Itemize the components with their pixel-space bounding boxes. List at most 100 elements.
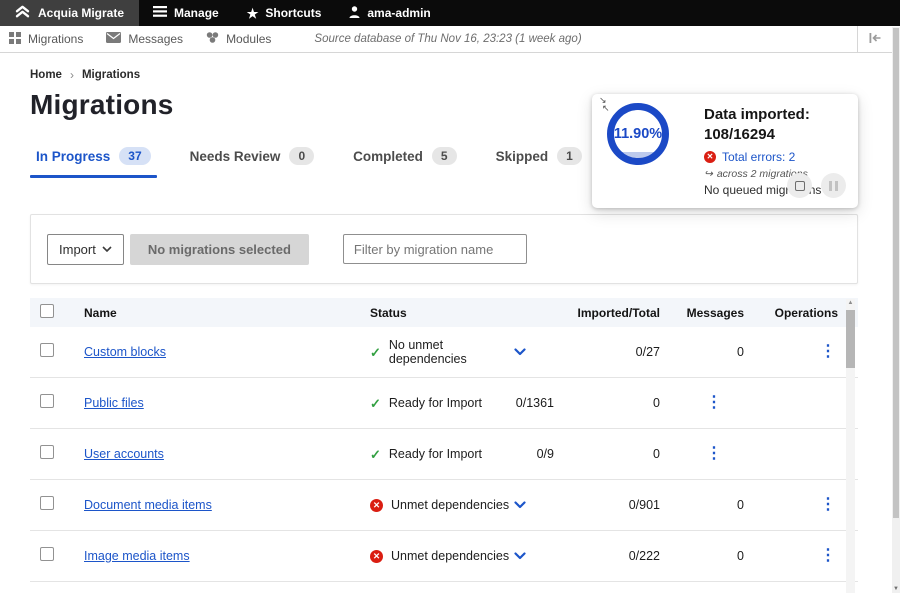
hamburger-icon: [153, 6, 167, 20]
expand-chevron-icon[interactable]: [514, 552, 554, 560]
total-errors-link[interactable]: ✕ Total errors: 2: [704, 150, 852, 164]
messages-count: 0: [660, 549, 744, 563]
table-scrollbar: ▲: [846, 299, 855, 593]
nav-messages[interactable]: Messages: [106, 32, 196, 46]
import-label: Import: [59, 242, 96, 257]
error-icon: ✕: [370, 499, 383, 512]
stop-icon: [795, 181, 805, 191]
scrollbar-up-arrow-icon[interactable]: ▲: [846, 300, 855, 306]
modules-icon: [206, 31, 219, 47]
data-imported-title: Data imported:: [704, 105, 852, 125]
actions-panel: Import No migrations selected: [30, 214, 858, 284]
expand-chevron-icon[interactable]: [514, 348, 554, 356]
row-checkbox[interactable]: [40, 496, 54, 510]
import-progress-card: ↘ ↖ 11.90% Data imported: 108/16294 ✕ To…: [592, 94, 858, 208]
table-header-row: Name Status Imported/Total Messages Oper…: [30, 298, 858, 327]
import-dropdown-button[interactable]: Import: [47, 234, 124, 265]
migration-name-link[interactable]: Document media items: [84, 498, 212, 512]
operations-kebab-icon[interactable]: ⋮: [820, 343, 836, 360]
breadcrumb-separator-icon: ›: [70, 68, 74, 82]
messages-count: 0: [660, 498, 744, 512]
error-icon: ✕: [704, 151, 716, 163]
migration-name-link[interactable]: User accounts: [84, 447, 164, 461]
user-menu[interactable]: ama-admin: [335, 0, 444, 26]
tab-count-badge: 0: [289, 147, 314, 165]
nav-migrations[interactable]: Migrations: [9, 32, 96, 47]
pause-button[interactable]: [821, 173, 846, 198]
tab[interactable]: Needs Review 0: [184, 138, 320, 178]
tab[interactable]: Skipped 1: [490, 138, 588, 178]
status-label: Unmet dependencies: [391, 498, 509, 512]
operations-kebab-icon[interactable]: ⋮: [706, 394, 722, 411]
migration-name-link[interactable]: Custom blocks: [84, 345, 166, 359]
migration-filter-input[interactable]: [343, 234, 527, 264]
migration-name-link[interactable]: Image media items: [84, 549, 190, 563]
scrollbar-down-arrow-icon[interactable]: ▼: [892, 586, 900, 592]
header-name: Name: [84, 306, 370, 320]
imported-total-value: 0/901: [554, 498, 660, 512]
stop-button[interactable]: [787, 173, 812, 198]
nav-migrations-label: Migrations: [28, 32, 83, 46]
username-label: ama-admin: [367, 6, 430, 20]
shortcuts-label: Shortcuts: [265, 6, 321, 20]
check-icon: ✓: [370, 448, 381, 461]
shortcuts-menu[interactable]: ★ Shortcuts: [233, 0, 336, 26]
breadcrumb-current: Migrations: [82, 69, 140, 81]
toolbar-collapse-button[interactable]: [857, 26, 892, 52]
row-checkbox[interactable]: [40, 445, 54, 459]
row-checkbox[interactable]: [40, 547, 54, 561]
expand-chevron-icon[interactable]: [514, 501, 554, 509]
migration-row: User accounts ✓ ✕ Ready for Import 0/9 0…: [30, 429, 858, 480]
status-cell: ✓ ✕ Ready for Import: [370, 447, 514, 461]
header-status: Status: [370, 306, 514, 320]
row-checkbox[interactable]: [40, 394, 54, 408]
imported-total-value: 0/1361: [514, 396, 554, 410]
table-scrollbar-thumb[interactable]: [846, 310, 855, 368]
star-icon: ★: [247, 7, 259, 20]
nav-messages-label: Messages: [128, 32, 183, 46]
brand-label: Acquia Migrate: [38, 6, 124, 20]
tab-count-badge: 37: [119, 147, 150, 165]
imported-total-value: 0/222: [554, 549, 660, 563]
migration-row: Custom blocks ✓ ✕ No unmet dependencies …: [30, 327, 858, 378]
envelope-icon: [106, 32, 121, 46]
breadcrumb-home[interactable]: Home: [30, 69, 62, 81]
migration-row: Image media items ✓ ✕ Unmet dependencies…: [30, 531, 858, 582]
header-imported-total: Imported/Total: [554, 306, 660, 320]
tab-label: Skipped: [496, 149, 549, 164]
operations-kebab-icon[interactable]: ⋮: [820, 547, 836, 564]
manage-menu[interactable]: Manage: [139, 0, 233, 26]
check-icon: ✓: [370, 346, 381, 359]
status-label: Ready for Import: [389, 447, 482, 461]
page-scrollbar-thumb[interactable]: [893, 28, 899, 518]
messages-count: 0: [554, 447, 660, 461]
acquia-migrate-brand[interactable]: Acquia Migrate: [0, 0, 139, 26]
status-cell: ✓ ✕ Unmet dependencies: [370, 549, 514, 563]
grid-icon: [9, 32, 21, 47]
tab[interactable]: Completed 5: [347, 138, 462, 178]
row-checkbox[interactable]: [40, 343, 54, 357]
operations-kebab-icon[interactable]: ⋮: [706, 445, 722, 462]
double-chevron-up-icon: [15, 5, 30, 21]
caret-down-icon: [102, 246, 112, 252]
page-scrollbar: ▼: [892, 27, 900, 593]
total-errors-label: Total errors: 2: [722, 150, 795, 164]
pause-icon: [829, 181, 838, 191]
migration-row: Document media items ✓ ✕ Unmet dependenc…: [30, 480, 858, 531]
select-all-checkbox[interactable]: [40, 304, 54, 318]
check-icon: ✓: [370, 397, 381, 410]
status-cell: ✓ ✕ Ready for Import: [370, 396, 514, 410]
collapse-resize-icon[interactable]: ↘ ↖: [596, 95, 612, 113]
nav-modules[interactable]: Modules: [206, 31, 284, 47]
operations-kebab-icon[interactable]: ⋮: [820, 496, 836, 513]
migration-row: Private files ✓ ✕ Unmet dependencies 0/1…: [30, 582, 858, 593]
status-label: No unmet dependencies: [389, 338, 514, 366]
migration-name-link[interactable]: Public files: [84, 396, 144, 410]
imported-total-value: 0/27: [554, 345, 660, 359]
status-cell: ✓ ✕ No unmet dependencies: [370, 338, 514, 366]
tab[interactable]: In Progress 37: [30, 138, 157, 178]
status-label: Ready for Import: [389, 396, 482, 410]
status-label: Unmet dependencies: [391, 549, 509, 563]
tab-count-badge: 5: [432, 147, 457, 165]
messages-count: 0: [660, 345, 744, 359]
